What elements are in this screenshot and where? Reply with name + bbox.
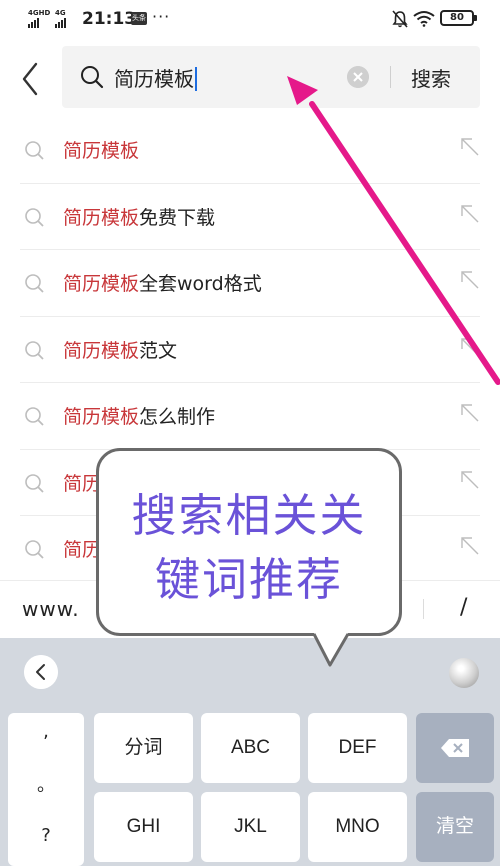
key-ghi[interactable]: GHI: [94, 792, 193, 862]
suggestion-item[interactable]: 简历模板范文: [20, 317, 480, 383]
fill-query-arrow-icon[interactable]: [460, 137, 480, 157]
annotation-callout: 搜索相关关 键词推荐: [96, 448, 402, 636]
key-fenci[interactable]: 分词: [94, 713, 193, 783]
phone-screen: 4GHD 4G 21:13 头条 ··· 80 简历模板 搜索 简历模板 简历模…: [0, 0, 500, 866]
key-mno[interactable]: MNO: [308, 792, 407, 862]
search-icon: [25, 141, 44, 160]
suggestion-item[interactable]: 简历模板全套word格式: [20, 250, 480, 317]
question-key[interactable]: ?: [8, 825, 84, 846]
search-icon: [25, 207, 44, 227]
search-box[interactable]: 简历模板 搜索: [62, 46, 480, 108]
clear-key[interactable]: 清空: [416, 792, 494, 862]
search-divider: [390, 66, 391, 88]
battery-indicator: 80: [440, 10, 477, 26]
punctuation-column[interactable]: , 。 ?: [8, 713, 84, 866]
fill-query-arrow-icon[interactable]: [460, 270, 480, 290]
suggestion-text: 简历模板免费下载: [63, 206, 216, 229]
clear-icon[interactable]: [347, 66, 369, 88]
status-bar: 4GHD 4G 21:13 头条 ··· 80: [0, 0, 500, 40]
search-icon: [81, 66, 104, 89]
fill-query-arrow-icon[interactable]: [460, 536, 480, 556]
signal-icon: [28, 18, 39, 28]
suggestion-item[interactable]: 简历模板: [20, 117, 480, 184]
signal-icon-2: [55, 18, 66, 28]
backspace-key[interactable]: [416, 713, 494, 783]
sim2-label: 4G: [55, 9, 66, 17]
comma-key[interactable]: ,: [8, 721, 84, 742]
search-icon: [25, 274, 44, 293]
suggestion-text: 简历模板范文: [63, 339, 178, 362]
search-input[interactable]: 简历模板: [114, 63, 197, 92]
back-button[interactable]: [14, 58, 48, 100]
suggestion-text: 简历模板全套word格式: [63, 273, 262, 295]
search-button[interactable]: 搜索: [411, 63, 451, 92]
callout-line-1: 搜索相关关: [131, 489, 367, 542]
fill-query-arrow-icon[interactable]: [460, 403, 480, 423]
text-caret: [195, 67, 197, 91]
suggestion-text: 简历模板怎么制作: [63, 406, 216, 428]
period-key[interactable]: 。: [8, 771, 84, 797]
key-jkl[interactable]: JKL: [201, 792, 300, 862]
search-icon: [25, 407, 44, 426]
wifi-icon: [413, 11, 435, 27]
search-icon: [25, 540, 44, 559]
fill-query-arrow-icon[interactable]: [460, 470, 480, 490]
url-prefix-key[interactable]: www.: [22, 597, 80, 621]
slash-key[interactable]: /: [460, 595, 467, 620]
mute-bell-icon: [392, 10, 408, 28]
floating-ball-icon[interactable]: [449, 658, 479, 688]
clock: 21:13: [82, 9, 137, 29]
suggestion-item[interactable]: 简历模板怎么制作: [20, 383, 480, 450]
more-notifications-icon: ···: [152, 7, 171, 26]
backspace-icon: [441, 739, 469, 757]
url-divider: [423, 599, 424, 619]
fill-query-arrow-icon[interactable]: [460, 337, 480, 357]
suggestion-item[interactable]: 简历模板免费下载: [20, 184, 480, 250]
suggestion-text: 简历模板: [63, 140, 140, 162]
search-query: 简历模板: [114, 67, 194, 91]
keyboard: , 。 ? 分词 ABC DEF GHI JKL MNO 清空: [0, 638, 500, 866]
key-abc[interactable]: ABC: [201, 713, 300, 783]
keyboard-collapse-button[interactable]: [24, 655, 58, 689]
sim1-label: 4GHD: [28, 9, 51, 17]
search-icon: [25, 473, 44, 493]
toutiao-badge-icon: 头条: [131, 12, 147, 25]
key-def[interactable]: DEF: [308, 713, 407, 783]
callout-line-2: 键词推荐: [154, 553, 343, 606]
search-icon: [25, 340, 44, 360]
fill-query-arrow-icon[interactable]: [460, 204, 480, 224]
